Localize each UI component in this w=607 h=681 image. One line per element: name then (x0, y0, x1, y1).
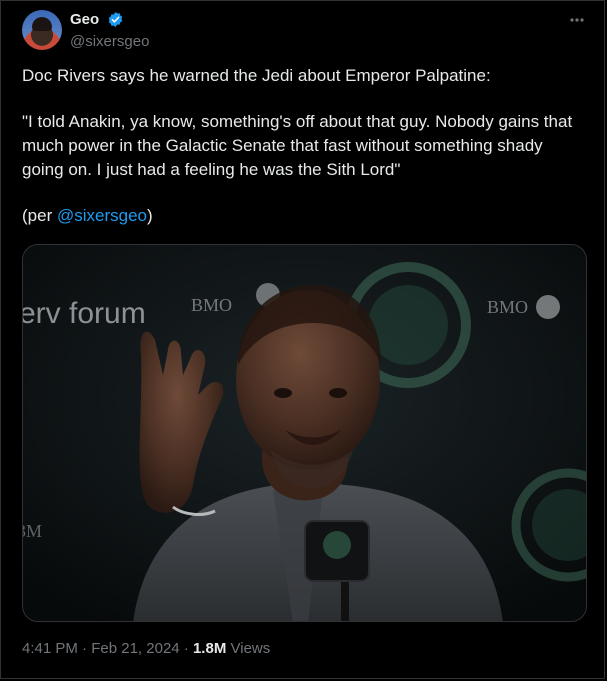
backdrop-text-bottom-left: 3M (23, 521, 42, 541)
tweet-line-headline: Doc Rivers says he warned the Jedi about… (22, 66, 491, 85)
avatar-hair (32, 17, 52, 31)
backdrop-text-forum: erv forum (23, 297, 146, 330)
tweet-header: Geo @sixersgeo (22, 10, 591, 54)
tweet-media-photo[interactable]: erv forum BMO BMO 3M (22, 244, 587, 622)
tweet-quote: "I told Anakin, ya know, something's off… (22, 112, 573, 179)
mention-link[interactable]: @sixersgeo (57, 206, 147, 225)
author-display-name[interactable]: Geo (70, 11, 99, 28)
attribution-prefix: (per (22, 206, 57, 225)
tweet-attribution: (per @sixersgeo) (22, 204, 582, 228)
backdrop-text-bmo-2: BMO (487, 297, 528, 317)
avatar[interactable] (22, 10, 62, 50)
tweet-body: Doc Rivers says he warned the Jedi about… (22, 64, 582, 228)
meta-separator: · (82, 640, 88, 657)
more-horizontal-icon[interactable] (567, 12, 587, 28)
verified-badge-icon (108, 12, 122, 28)
views-count: 1.8M (192, 640, 227, 657)
tweet-meta: 4:41 PM · Feb 21, 2024 · 1.8M Views (22, 640, 270, 657)
press-conference-photo: erv forum BMO BMO 3M (23, 245, 586, 621)
author-handle[interactable]: @sixersgeo (70, 33, 149, 50)
author-block: Geo @sixersgeo (70, 11, 149, 50)
meta-separator: · (183, 640, 189, 657)
attribution-suffix: ) (146, 206, 153, 225)
backdrop-text-bmo-1: BMO (191, 295, 232, 315)
tweet-date[interactable]: Feb 21, 2024 (91, 640, 179, 657)
views-label: Views (230, 640, 271, 657)
tweet-time[interactable]: 4:41 PM (22, 640, 78, 657)
